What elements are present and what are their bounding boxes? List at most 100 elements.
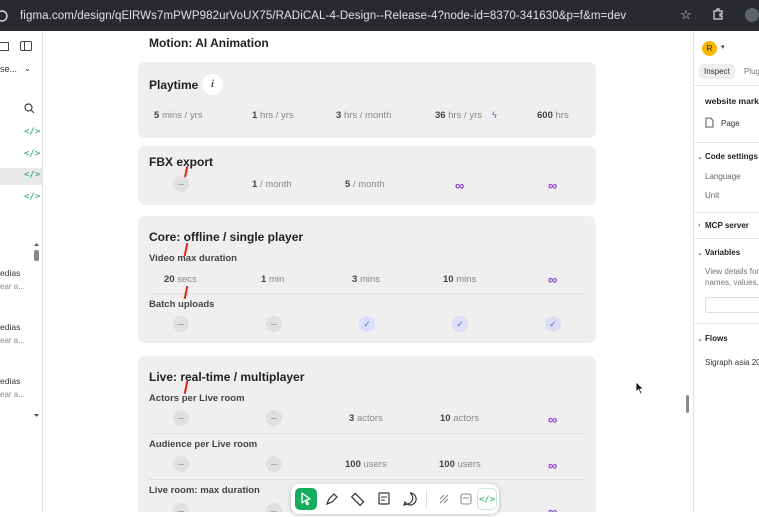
- audience-cell: 100 users: [345, 459, 387, 470]
- code-settings-heading[interactable]: Code settings: [705, 152, 758, 161]
- pen-tool-icon[interactable]: [321, 488, 343, 510]
- cell-value: 20: [164, 274, 175, 285]
- not-available-icon: [173, 176, 189, 192]
- cell-value: 5: [345, 179, 351, 190]
- chevron-right-icon[interactable]: ›: [698, 222, 700, 229]
- chevron-down-icon[interactable]: ⌄: [697, 335, 703, 343]
- search-icon[interactable]: [24, 103, 35, 116]
- comment-tool-icon[interactable]: [399, 488, 421, 510]
- infinity-icon: ∞: [455, 178, 465, 193]
- row-divider: [149, 479, 585, 480]
- chevron-down-icon[interactable]: ⌄: [697, 153, 703, 161]
- chevron-down-icon[interactable]: ▾: [721, 43, 725, 51]
- cell-value: 10: [440, 413, 451, 424]
- row-divider: [149, 293, 585, 294]
- mcp-server-heading[interactable]: MCP server: [705, 221, 749, 230]
- canvas-scroll-marker[interactable]: [686, 395, 689, 413]
- mouse-cursor-icon: [635, 381, 645, 400]
- infinity-icon: ∞: [548, 504, 558, 512]
- list-item-label[interactable]: edias: [0, 322, 20, 332]
- code-icon[interactable]: </>: [24, 170, 40, 180]
- tab-inspect[interactable]: Inspect: [699, 64, 735, 79]
- divider: [694, 212, 759, 213]
- profile-icon[interactable]: [744, 7, 759, 23]
- row-divider: [149, 433, 585, 434]
- row-label: Actors per Live room: [149, 393, 245, 404]
- card-title: Playtime: [149, 78, 199, 92]
- layers-toggle-icon[interactable]: [0, 42, 10, 54]
- video-cell: 1 min: [261, 274, 284, 285]
- code-icon[interactable]: </>: [24, 127, 40, 137]
- extensions-icon[interactable]: [710, 7, 726, 23]
- actors-cell: 10 actors: [440, 413, 479, 424]
- design-mode-icon[interactable]: [433, 488, 455, 510]
- sidebar-toggle-icon[interactable]: [20, 41, 33, 54]
- ruler-tool-icon[interactable]: [347, 488, 369, 510]
- right-inspect-panel: R ▾ Inspect Plug website mark Page ⌄ Cod…: [693, 31, 759, 512]
- chevron-down-icon[interactable]: ⌄: [697, 249, 703, 257]
- page-label: Page: [721, 119, 740, 128]
- divider: [694, 142, 759, 143]
- row-label: Batch uploads: [149, 299, 215, 310]
- cell-unit: min: [268, 274, 285, 285]
- variables-heading[interactable]: Variables: [705, 248, 740, 257]
- list-item-sub: ear a...: [0, 282, 25, 291]
- page-title: Motion: AI Animation: [149, 36, 269, 50]
- prototype-mode-icon[interactable]: [455, 488, 477, 510]
- cell-value: 10: [443, 274, 454, 285]
- cell-unit: hrs: [555, 110, 569, 121]
- url-text[interactable]: figma.com/design/qElRWs7mPWP982urVoUX75/…: [20, 10, 626, 22]
- playtime-cell: 36 hrs / yrs: [435, 110, 482, 121]
- row-label: Live room: max duration: [149, 485, 260, 496]
- cell-value: 600: [537, 110, 553, 121]
- cell-unit: mins: [359, 274, 380, 285]
- list-item-sub: ear a...: [0, 336, 25, 345]
- design-canvas[interactable]: Motion: AI Animation Playtime i 5 mins /…: [43, 31, 693, 512]
- annotation-tool-icon[interactable]: [373, 488, 395, 510]
- chevron-down-icon[interactable]: ⌄: [24, 64, 31, 73]
- cell-unit: users: [363, 459, 387, 470]
- info-icon[interactable]: i: [202, 74, 223, 95]
- cell-unit: / month: [352, 179, 385, 190]
- infinity-icon: ∞: [548, 412, 558, 427]
- page-icon: [705, 117, 714, 130]
- site-settings-icon[interactable]: [0, 8, 10, 24]
- tab-plugins[interactable]: Plug: [744, 67, 759, 76]
- cell-value: 100: [345, 459, 361, 470]
- playtime-cell: 3 hrs / month: [336, 110, 391, 121]
- lightning-icon: ϟ: [492, 110, 497, 120]
- list-item-label[interactable]: edias: [0, 376, 20, 386]
- cell-value: 36: [435, 110, 446, 121]
- cell-unit: hrs / yrs: [448, 110, 482, 121]
- row-label: Video max duration: [149, 253, 237, 264]
- bookmark-star-icon[interactable]: ☆: [678, 7, 694, 23]
- divider: [694, 238, 759, 239]
- cell-unit: mins: [456, 274, 477, 285]
- check-icon: ✓: [452, 316, 468, 332]
- language-label: Language: [705, 172, 741, 181]
- left-layers-panel: se... ⌄ </> </> </> </> edias ear a... e…: [0, 31, 43, 512]
- cell-unit: actors: [356, 413, 383, 424]
- infinity-icon: ∞: [548, 178, 558, 193]
- list-item-label[interactable]: edias: [0, 268, 20, 278]
- flows-heading[interactable]: Flows: [705, 334, 728, 343]
- not-available-icon: [173, 503, 189, 512]
- unit-label: Unit: [705, 191, 720, 200]
- bottom-toolbar: </>: [291, 484, 499, 514]
- move-tool-button[interactable]: [295, 488, 317, 510]
- dev-mode-icon[interactable]: </>: [477, 488, 497, 510]
- cell-value: 1: [252, 110, 258, 121]
- card-title: Live: real-time / multiplayer: [149, 370, 305, 384]
- not-available-icon: [266, 410, 282, 426]
- not-available-icon: [266, 316, 282, 332]
- playtime-card: Playtime i 5 mins / yrs 1 hrs / yrs 3 hr…: [138, 62, 596, 138]
- layers-scrollbar[interactable]: [33, 241, 40, 421]
- video-cell: 10 mins: [443, 274, 476, 285]
- code-icon[interactable]: </>: [24, 192, 40, 202]
- variables-input[interactable]: [705, 297, 759, 313]
- page-selector[interactable]: se...: [0, 64, 17, 74]
- avatar[interactable]: R: [702, 41, 717, 56]
- code-icon[interactable]: </>: [24, 149, 40, 159]
- flow-item[interactable]: Sigraph asia 20: [705, 358, 759, 367]
- actors-cell: 3 actors: [349, 413, 383, 424]
